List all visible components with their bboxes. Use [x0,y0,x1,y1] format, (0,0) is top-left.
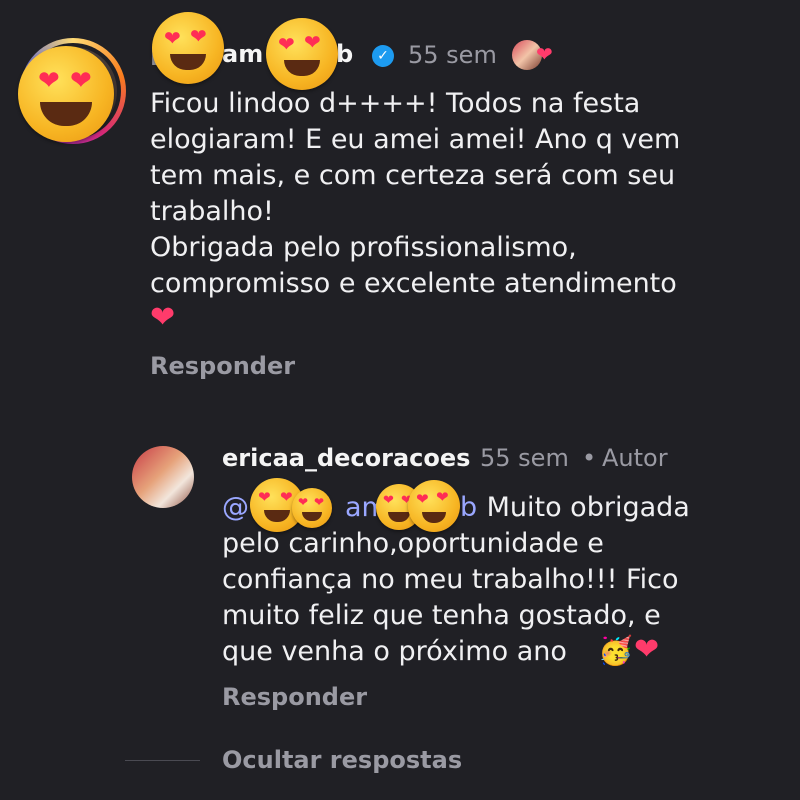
heart-eyes-emoji-sticker: ❤ ❤ [18,46,114,142]
heart-eyes-emoji-sticker: ❤ ❤ [292,488,332,528]
heart-eyes-emoji-sticker: ❤ ❤ [152,12,224,84]
heart-eyes-emoji-sticker: ❤ ❤ [408,480,460,532]
mention-at[interactable]: @ [222,490,249,526]
mention-fragment-2[interactable]: b [460,490,477,526]
heart-icon: ❤ [634,632,660,667]
hide-replies-button[interactable]: Ocultar respostas [222,746,462,774]
verified-badge-icon: ✓ [372,45,394,67]
heart-icon: ❤ [536,42,553,66]
heart-icon: ❤ [150,300,176,335]
reply-time: 55 sem [480,444,569,472]
username-fragment-2[interactable]: b [336,40,353,68]
reply-username[interactable]: ericaa_decoracoes [222,444,470,472]
hide-replies-divider [125,760,200,761]
comment-time: 55 sem [408,41,497,69]
heart-eyes-emoji-sticker: ❤ ❤ [266,18,338,90]
author-badge: Autor [602,444,668,472]
reply-button[interactable]: Responder [222,683,367,711]
meta-separator: • [582,444,597,472]
reply-button[interactable]: Responder [150,352,295,380]
reply-text-first-line: Muito obrigada [478,492,690,523]
comment-header: ▮ am b ✓ 55 sem ❤ [150,38,670,74]
username-fragment-1[interactable]: am [222,40,263,68]
reply-text: pelo carinho,oportunidade e confiança no… [222,528,679,667]
reply-author-avatar[interactable] [132,446,194,508]
party-face-icon: 🥳 [598,634,633,667]
comment-text: Ficou lindoo d++++! Todos na festa elogi… [150,88,681,299]
